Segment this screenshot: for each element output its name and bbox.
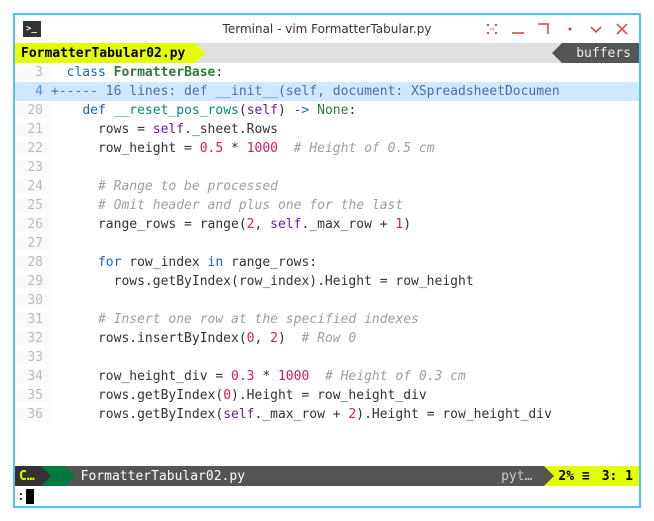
titlebar: Terminal - vim FormatterTabular.py	[15, 15, 639, 43]
code-text: class FormatterBase:	[51, 65, 639, 80]
line-number: 36	[15, 407, 51, 422]
code-text: # Omit header and plus one for the last	[51, 198, 639, 213]
status-percent: 2% ≡	[544, 466, 595, 486]
status-filetype: pyt…	[495, 466, 544, 486]
code-text: rows.getByIndex(0).Height = row_height_d…	[51, 388, 639, 403]
code-line: 34 row_height_div = 0.3 * 1000 # Height …	[15, 367, 639, 386]
line-number: 24	[15, 179, 51, 194]
filetype-text: pyt…	[501, 469, 532, 484]
code-line: 28 for row_index in range_rows:	[15, 253, 639, 272]
line-number: 34	[15, 369, 51, 384]
shade-icon[interactable]	[587, 20, 605, 38]
code-line: 24 # Range to be processed	[15, 177, 639, 196]
code-line: 20 def __reset_pos_rows(self) -> None:	[15, 101, 639, 120]
code-text: rows.getByIndex(self._max_row + 2).Heigh…	[51, 407, 639, 422]
code-text: # Insert one row at the specified indexe…	[51, 312, 639, 327]
tab-label: FormatterTabular02.py	[21, 46, 185, 61]
mode-text: C…	[19, 469, 35, 484]
window-controls	[483, 20, 631, 38]
window-title: Terminal - vim FormatterTabular.py	[223, 22, 432, 36]
statusline: C… FormatterTabular02.py pyt… 2% ≡ 3: 1	[15, 466, 639, 486]
editor: FormatterTabular02.py buffers 3 class Fo…	[15, 43, 639, 506]
tabbar: FormatterTabular02.py buffers	[15, 43, 639, 63]
keep-above-icon[interactable]	[483, 20, 501, 38]
file-text: FormatterTabular02.py	[81, 469, 245, 484]
status-spacer	[255, 466, 495, 486]
code-line: 29 rows.getByIndex(row_index).Height = r…	[15, 272, 639, 291]
line-number: 21	[15, 122, 51, 137]
percent-text: 2% ≡	[558, 469, 589, 484]
code-text: row_height_div = 0.3 * 1000 # Height of …	[51, 369, 639, 384]
code-line: 21 rows = self._sheet.Rows	[15, 120, 639, 139]
tab-active[interactable]: FormatterTabular02.py	[15, 43, 195, 63]
line-number: 3	[15, 65, 51, 80]
line-number: 23	[15, 160, 51, 175]
line-number: 29	[15, 274, 51, 289]
code-text: for row_index in range_rows:	[51, 255, 639, 270]
fold-text: +----- 16 lines: def __init__(self, docu…	[51, 84, 639, 99]
fold-line[interactable]: 4+----- 16 lines: def __init__(self, doc…	[15, 82, 639, 101]
line-number: 20	[15, 103, 51, 118]
code-line: 23	[15, 158, 639, 177]
cursor	[26, 489, 34, 504]
code-line	[15, 424, 639, 443]
maximize-icon[interactable]	[535, 20, 553, 38]
line-number: 32	[15, 331, 51, 346]
line-number: 28	[15, 255, 51, 270]
tab-spacer	[195, 43, 562, 63]
line-number: 35	[15, 388, 51, 403]
code-text: rows.insertByIndex(0, 2) # Row 0	[51, 331, 639, 346]
position-text: 3: 1	[602, 469, 633, 484]
code-line: 33	[15, 348, 639, 367]
buffers-label: buffers	[576, 46, 631, 61]
code-text: range_rows = range(2, self._max_row + 1)	[51, 217, 639, 232]
code-text: def __reset_pos_rows(self) -> None:	[51, 103, 639, 118]
line-number: 30	[15, 293, 51, 308]
buffers-tab[interactable]: buffers	[562, 43, 639, 63]
code-line: 30	[15, 291, 639, 310]
code-text: rows.getByIndex(row_index).Height = row_…	[51, 274, 639, 289]
dot-icon[interactable]	[561, 20, 579, 38]
status-position: 3: 1	[596, 466, 639, 486]
code-area[interactable]: 3 class FormatterBase: 4+----- 16 lines:…	[15, 63, 639, 466]
code-line: 25 # Omit header and plus one for the la…	[15, 196, 639, 215]
code-line: 32 rows.insertByIndex(0, 2) # Row 0	[15, 329, 639, 348]
code-line: 35 rows.getByIndex(0).Height = row_heigh…	[15, 386, 639, 405]
code-line: 36 rows.getByIndex(self._max_row + 2).He…	[15, 405, 639, 424]
code-text: rows = self._sheet.Rows	[51, 122, 639, 137]
terminal-window: Terminal - vim FormatterTabular.py	[13, 13, 641, 508]
cmd-prompt: :	[17, 489, 25, 504]
terminal-icon	[23, 21, 41, 37]
code-line: 31 # Insert one row at the specified ind…	[15, 310, 639, 329]
status-mode: C…	[15, 466, 41, 486]
line-number: 4	[15, 84, 51, 99]
minimize-icon[interactable]	[509, 20, 527, 38]
line-number: 22	[15, 141, 51, 156]
code-line: 27	[15, 234, 639, 253]
line-number: 33	[15, 350, 51, 365]
code-line: 26 range_rows = range(2, self._max_row +…	[15, 215, 639, 234]
code-line: 3 class FormatterBase:	[15, 63, 639, 82]
status-filename: FormatterTabular02.py	[65, 466, 255, 486]
code-line: 22 row_height = 0.5 * 1000 # Height of 0…	[15, 139, 639, 158]
line-number: 31	[15, 312, 51, 327]
code-text: # Range to be processed	[51, 179, 639, 194]
line-number: 26	[15, 217, 51, 232]
command-line[interactable]: :	[15, 486, 639, 506]
line-number: 27	[15, 236, 51, 251]
code-text: row_height = 0.5 * 1000 # Height of 0.5 …	[51, 141, 639, 156]
line-number: 25	[15, 198, 51, 213]
close-icon[interactable]	[613, 20, 631, 38]
